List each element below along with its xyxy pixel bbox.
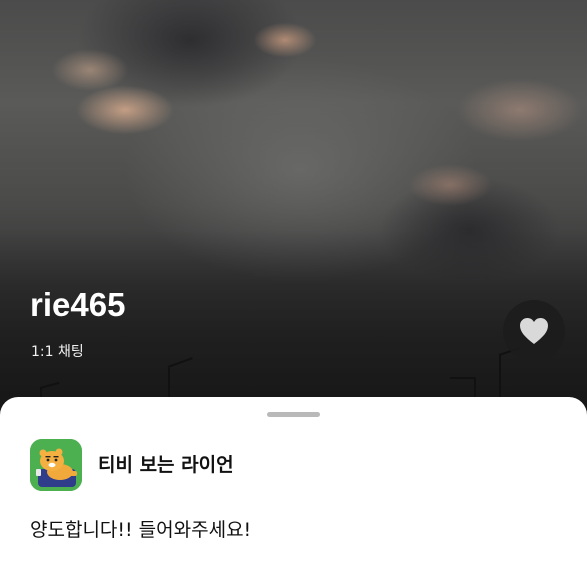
ryan-character-avatar [30,439,82,491]
chat-description: 양도합니다!! 들어와주세요! [30,519,252,541]
like-button[interactable] [503,300,565,362]
heart-icon [520,318,548,344]
open-chat-profile-screen: rie465 1:1 채팅 티비 보는 라이언 양도합니다!! 들어와주세요! [0,0,587,587]
chat-room-name: 티비 보는 라이언 [98,454,234,476]
username: rie465 [30,286,126,323]
bottom-sheet: 티비 보는 라이언 양도합니다!! 들어와주세요! [0,397,587,587]
chat-type-label: 1:1 채팅 [31,344,84,360]
drag-handle[interactable] [267,412,320,417]
chat-room-header: 티비 보는 라이언 [30,439,234,491]
